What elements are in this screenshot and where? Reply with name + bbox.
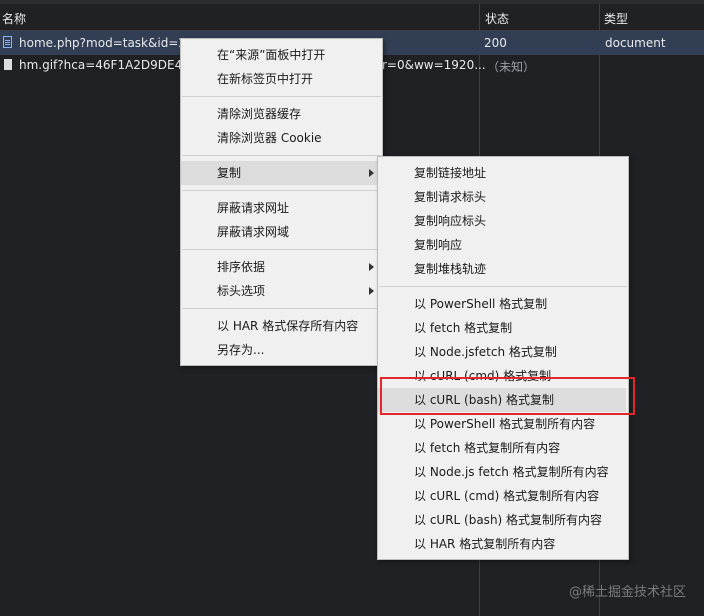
request-name: home.php?mod=task&id=2& — [19, 36, 196, 50]
submenu-item-copy-all-as-powershell[interactable]: 以 PowerShell 格式复制所有内容 — [378, 412, 626, 436]
submenu-item-copy-all-as-fetch[interactable]: 以 fetch 格式复制所有内容 — [378, 436, 626, 460]
submenu-item-copy-as-nodejs-fetch[interactable]: 以 Node.jsfetch 格式复制 — [378, 340, 626, 364]
submenu-arrow-icon — [369, 169, 374, 177]
menu-item-save-all-har[interactable]: 以 HAR 格式保存所有内容 — [181, 314, 380, 338]
menu-item-sort-by-label: 排序依据 — [217, 260, 266, 274]
menu-item-block-domain[interactable]: 屏蔽请求网域 — [181, 220, 380, 244]
menu-separator — [182, 96, 381, 97]
request-status: （未知） — [487, 60, 536, 74]
submenu-item-copy-stack-trace[interactable]: 复制堆栈轨迹 — [378, 257, 626, 281]
menu-separator — [182, 155, 381, 156]
column-header-status[interactable]: 状态 — [485, 10, 509, 27]
submenu-item-copy-request-headers[interactable]: 复制请求标头 — [378, 185, 626, 209]
menu-item-open-in-new-tab[interactable]: 在新标签页中打开 — [181, 67, 380, 91]
context-menu: 在“来源”面板中打开 在新标签页中打开 清除浏览器缓存 清除浏览器 Cookie… — [180, 38, 383, 366]
submenu-item-copy-response[interactable]: 复制响应 — [378, 233, 626, 257]
submenu-item-copy-all-as-curl-cmd[interactable]: 以 cURL (cmd) 格式复制所有内容 — [378, 484, 626, 508]
menu-item-clear-cache[interactable]: 清除浏览器缓存 — [181, 102, 380, 126]
column-header-name[interactable]: 名称 — [2, 10, 26, 27]
submenu-arrow-icon — [369, 263, 374, 271]
request-name: hm.gif?hca=46F1A2D9DE4F59 — [19, 58, 205, 72]
menu-item-copy-label: 复制 — [217, 166, 242, 180]
submenu-item-copy-link[interactable]: 复制链接地址 — [378, 161, 626, 185]
column-header-type[interactable]: 类型 — [604, 10, 628, 27]
submenu-item-copy-as-fetch[interactable]: 以 fetch 格式复制 — [378, 316, 626, 340]
menu-item-block-url[interactable]: 屏蔽请求网址 — [181, 196, 380, 220]
menu-item-save-as[interactable]: 另存为... — [181, 338, 380, 362]
request-type: document — [605, 36, 666, 50]
watermark: @稀土掘金技术社区 — [568, 585, 686, 600]
menu-item-header-options[interactable]: 标头选项 — [181, 279, 380, 303]
submenu-item-copy-as-powershell[interactable]: 以 PowerShell 格式复制 — [378, 292, 626, 316]
menu-item-header-options-label: 标头选项 — [217, 284, 266, 298]
menu-separator — [182, 308, 381, 309]
highlight-annotation-box — [380, 377, 635, 415]
submenu-item-copy-all-as-har[interactable]: 以 HAR 格式复制所有内容 — [378, 532, 626, 556]
submenu-item-copy-all-as-curl-bash[interactable]: 以 cURL (bash) 格式复制所有内容 — [378, 508, 626, 532]
copy-submenu: 复制链接地址 复制请求标头 复制响应标头 复制响应 复制堆栈轨迹 以 Power… — [377, 156, 629, 560]
submenu-item-copy-response-headers[interactable]: 复制响应标头 — [378, 209, 626, 233]
menu-item-clear-cookies[interactable]: 清除浏览器 Cookie — [181, 126, 380, 150]
menu-item-sort-by[interactable]: 排序依据 — [181, 255, 380, 279]
submenu-item-copy-all-as-nodejs-fetch[interactable]: 以 Node.js fetch 格式复制所有内容 — [378, 460, 626, 484]
menu-separator — [182, 190, 381, 191]
menu-separator — [379, 286, 627, 287]
image-file-icon — [4, 59, 12, 70]
request-name-tail: r=0&ww=1920... — [382, 58, 486, 72]
menu-separator — [182, 249, 381, 250]
menu-item-copy[interactable]: 复制 — [181, 161, 380, 185]
submenu-arrow-icon — [369, 287, 374, 295]
document-icon — [3, 36, 12, 48]
request-status: 200 — [484, 36, 507, 50]
menu-item-open-in-sources[interactable]: 在“来源”面板中打开 — [181, 43, 380, 67]
